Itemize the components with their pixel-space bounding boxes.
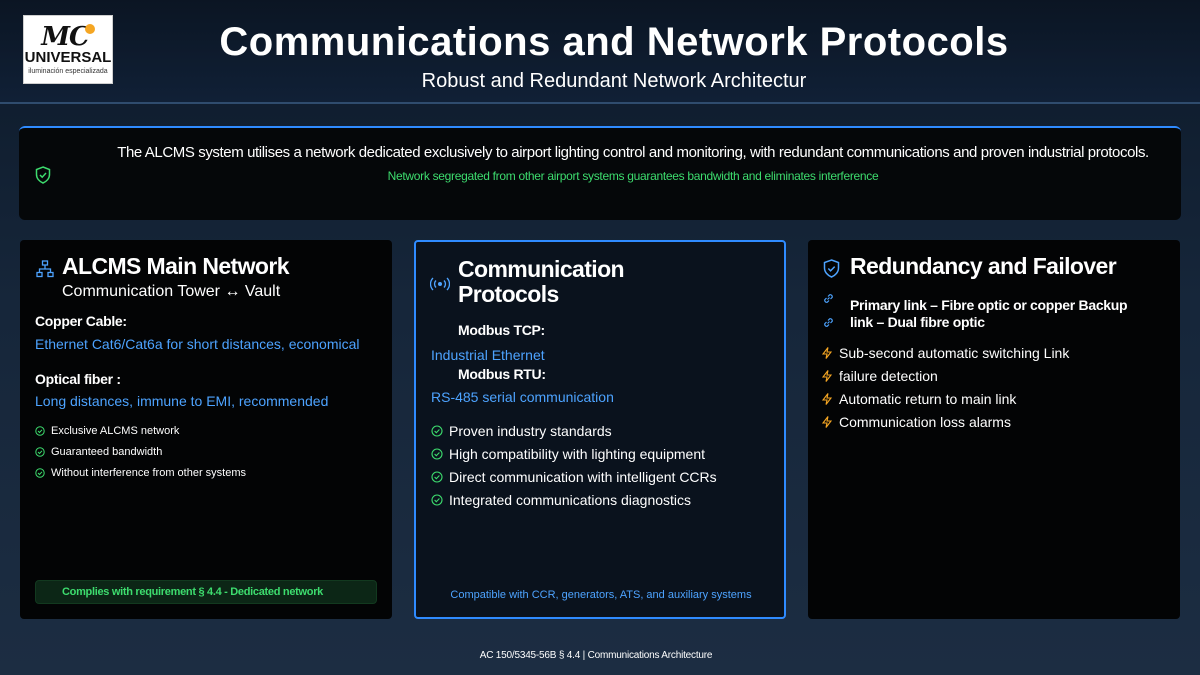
check-circle-icon [431, 447, 443, 460]
card-title: Communication Protocols [458, 256, 625, 307]
card-title-line: Protocols [458, 281, 559, 307]
banner-text: The ALCMS system utilises a network dedi… [117, 144, 1149, 161]
list-item-label: Direct communication with intelligent CC… [449, 468, 717, 485]
modbus-tcp-text: Industrial Ethernet [431, 347, 545, 363]
banner-subtext: Network segregated from other airport sy… [387, 169, 879, 183]
list-item: High compatibility with lighting equipme… [431, 442, 717, 465]
page-subtitle: Robust and Redundant Network Architectur [421, 70, 807, 92]
list-item: Proven industry standards [431, 419, 717, 442]
lightning-icon [822, 415, 832, 428]
protocols-card: Communication Protocols Modbus TCP: Indu… [414, 240, 786, 619]
compliance-badge: Complies with requirement § 4.4 - Dedica… [35, 580, 377, 604]
list-item-label: Sub-second automatic switching Link [839, 344, 1070, 361]
broadcast-icon [430, 277, 450, 291]
link-icon [824, 318, 833, 327]
card-subtitle: Communication Tower ↔ Vault [62, 283, 281, 300]
list-item-label: Proven industry standards [449, 422, 612, 439]
list-item-label: failure detection [839, 367, 938, 384]
check-circle-icon [35, 467, 45, 478]
copper-label: Copper Cable: [35, 313, 127, 329]
list-item: Without interference from other systems [35, 462, 246, 483]
shield-icon [823, 259, 840, 278]
list-item: Automatic return to main link [822, 387, 1069, 410]
card-title: Redundancy and Failover [850, 253, 1117, 279]
header: MC UNIVERSAL iluminación especializada C… [0, 0, 1200, 104]
link-line: Primary link – Fibre optic or copper Bac… [850, 297, 1128, 313]
page-footer: AC 150/5345-56B § 4.4 | Communications A… [479, 650, 713, 661]
list-item: Direct communication with intelligent CC… [431, 465, 717, 488]
fiber-text: Long distances, immune to EMI, recommend… [35, 393, 329, 409]
list-item-label: Automatic return to main link [839, 390, 1017, 407]
link-line: link – Dual fibre optic [850, 314, 985, 330]
card-title-line: Communication [458, 256, 625, 282]
list-item: failure detection [822, 364, 1069, 387]
list-item: Integrated communications diagnostics [431, 488, 717, 511]
protocol-features: Proven industry standards High compatibi… [431, 419, 717, 511]
lightning-icon [822, 369, 832, 382]
lightning-icon [822, 392, 832, 405]
list-item-label: Integrated communications diagnostics [449, 491, 692, 508]
network-features: Exclusive ALCMS network Guaranteed bandw… [35, 420, 246, 483]
list-item-label: High compatibility with lighting equipme… [449, 445, 706, 462]
page-title: Communications and Network Protocols [219, 20, 1009, 64]
compatibility-note: Compatible with CCR, generators, ATS, an… [450, 589, 752, 601]
list-item: Guaranteed bandwidth [35, 441, 246, 462]
list-item-label: Guaranteed bandwidth [51, 445, 163, 458]
check-circle-icon [431, 470, 443, 483]
copper-text: Ethernet Cat6/Cat6a for short distances,… [35, 336, 360, 352]
intro-banner: The ALCMS system utilises a network dedi… [19, 126, 1181, 220]
list-item-label: Communication loss alarms [839, 413, 1011, 430]
list-item: Communication loss alarms [822, 410, 1069, 433]
modbus-rtu-label: Modbus RTU: [458, 366, 546, 382]
list-item-label: Exclusive ALCMS network [51, 424, 180, 437]
failover-features: Sub-second automatic switching Link fail… [822, 341, 1069, 433]
check-circle-icon [35, 425, 45, 436]
list-item: Sub-second automatic switching Link [822, 341, 1069, 364]
card-title: ALCMS Main Network [62, 253, 289, 279]
check-circle-icon [431, 493, 443, 506]
modbus-rtu-text: RS-485 serial communication [431, 389, 614, 405]
list-item-label: Without interference from other systems [51, 466, 247, 479]
link-icon [824, 294, 833, 303]
modbus-tcp-label: Modbus TCP: [458, 322, 545, 338]
fiber-label: Optical fiber : [35, 371, 121, 387]
list-item: Exclusive ALCMS network [35, 420, 246, 441]
lightning-icon [822, 346, 832, 359]
network-icon [36, 260, 54, 278]
redundancy-card: Redundancy and Failover Primary link – F… [808, 240, 1180, 619]
check-circle-icon [35, 446, 45, 457]
check-circle-icon [431, 424, 443, 437]
main-network-card: ALCMS Main Network Communication Tower ↔… [20, 240, 392, 619]
